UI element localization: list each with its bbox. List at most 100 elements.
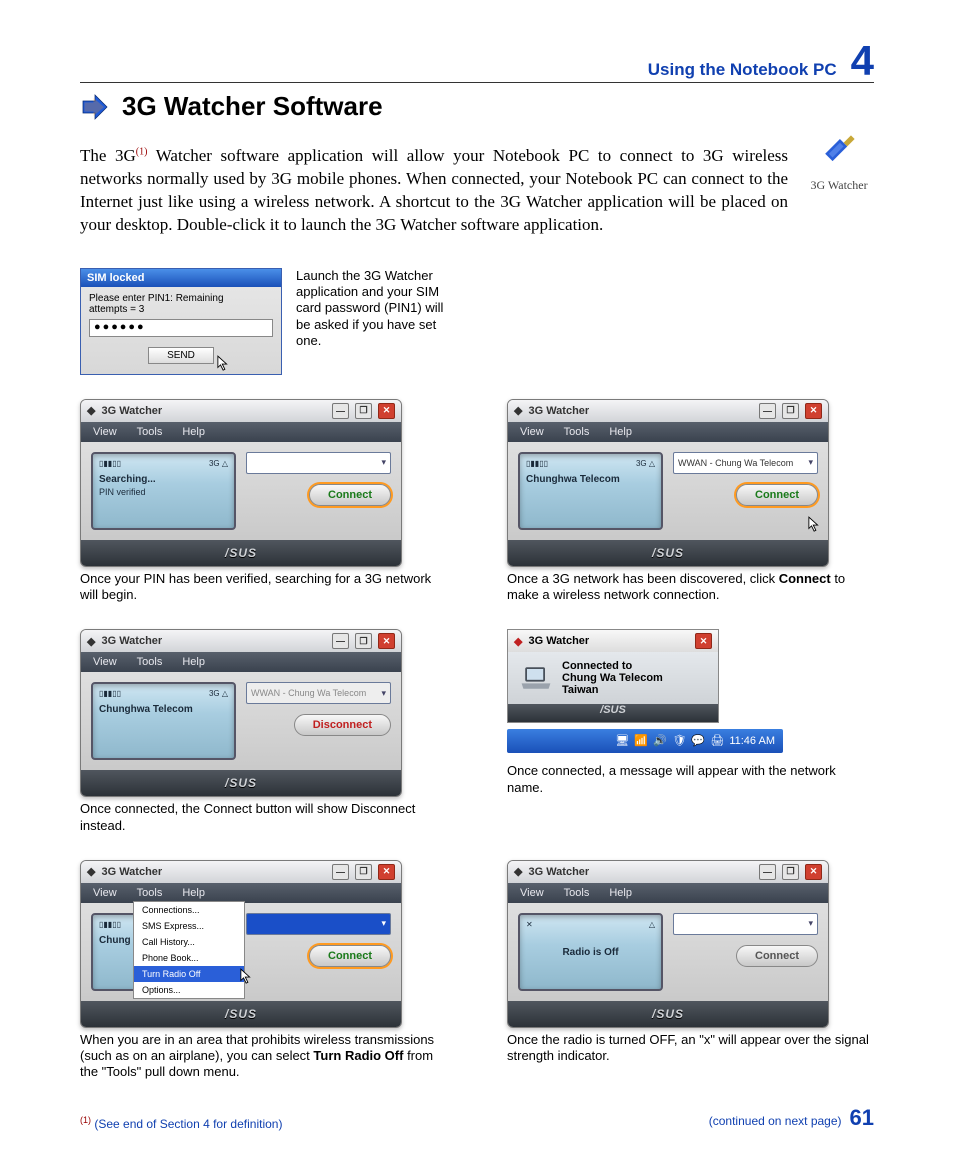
tray-icon[interactable]: 💬 (691, 734, 705, 748)
sim-dialog-title: SIM locked (81, 269, 281, 287)
minimize-button[interactable]: — (332, 633, 349, 649)
restore-button[interactable]: ❐ (355, 864, 372, 880)
menu-item[interactable]: Phone Book... (134, 950, 244, 966)
tray-icon[interactable]: 🖥 (615, 734, 629, 748)
close-button[interactable]: ✕ (378, 633, 395, 649)
caption: Once connected, the Connect button will … (80, 801, 447, 834)
network-select-value: WWAN - Chung Wa Telecom (678, 458, 793, 468)
menu-view[interactable]: View (520, 887, 544, 899)
menu-view[interactable]: View (93, 656, 117, 668)
brand-footer: /SUS (508, 1001, 828, 1027)
menu-tools[interactable]: Tools (137, 656, 163, 668)
signal-indicator: ▯▮▮▯▯ (99, 920, 121, 929)
menu-view[interactable]: View (520, 426, 544, 438)
menu-help[interactable]: Help (182, 887, 205, 899)
app-icon: ◆ (514, 865, 522, 878)
chevron-down-icon: ▾ (808, 918, 813, 929)
menu-item[interactable]: Call History... (134, 934, 244, 950)
tray-icon[interactable]: 🖨 (710, 734, 724, 748)
footnote-text: (See end of Section 4 for definition) (91, 1117, 282, 1131)
connect-button[interactable]: Connect (309, 945, 391, 967)
system-tray[interactable]: 🖥 📶 🔊 🛡 💬 🖨 11:46 AM (507, 729, 783, 753)
restore-button[interactable]: ❐ (782, 403, 799, 419)
footnote-supref: (1) (80, 1115, 91, 1125)
menu-help[interactable]: Help (182, 426, 205, 438)
restore-button[interactable]: ❐ (355, 403, 372, 419)
disconnect-button[interactable]: Disconnect (294, 714, 391, 736)
watcher-shortcut-label: 3G Watcher (804, 178, 874, 193)
tray-icon[interactable]: 🔊 (653, 734, 667, 748)
menu-tools[interactable]: Tools (564, 887, 590, 899)
footnote-left: (1) (See end of Section 4 for definition… (80, 1115, 282, 1131)
signal-off-indicator: ✕ (526, 920, 533, 929)
minimize-button[interactable]: — (759, 403, 776, 419)
minimize-button[interactable]: — (759, 864, 776, 880)
network-select[interactable]: ▾ (673, 913, 818, 935)
signal-indicator: ▯▮▮▯▯ (99, 459, 121, 468)
watcher-window: ◆ 3G Watcher — ❐ ✕ View Tools Help ▯▮▮▯▯ (507, 399, 829, 567)
menu-view[interactable]: View (93, 887, 117, 899)
page-header: Using the Notebook PC 4 (80, 40, 874, 82)
chapter-number: 4 (851, 40, 874, 82)
app-icon: ◆ (87, 635, 95, 648)
menu-help[interactable]: Help (609, 887, 632, 899)
watcher-window: ◆ 3G Watcher — ❐ ✕ View Tools Help ✕ (507, 860, 829, 1028)
menu-help[interactable]: Help (609, 426, 632, 438)
close-button[interactable]: ✕ (378, 403, 395, 419)
sim-caption: Launch the 3G Watcher application and yo… (296, 268, 456, 349)
menu-tools[interactable]: Tools (137, 887, 163, 899)
restore-button[interactable]: ❐ (782, 864, 799, 880)
network-select[interactable]: ▾ (246, 452, 391, 474)
network-indicator: 3G △ (636, 459, 655, 468)
close-button[interactable]: ✕ (805, 864, 822, 880)
caption: Once a 3G network has been discovered, c… (507, 571, 874, 604)
status-display: ✕ △ Radio is Off (518, 913, 663, 991)
app-icon: ◆ (87, 865, 95, 878)
close-button[interactable]: ✕ (805, 403, 822, 419)
minimize-button[interactable]: — (332, 403, 349, 419)
tray-icon[interactable]: 📶 (634, 734, 648, 748)
network-indicator: 3G △ (209, 689, 228, 698)
section-label: Using the Notebook PC (648, 60, 837, 80)
arrow-icon (80, 92, 110, 122)
restore-button[interactable]: ❐ (355, 633, 372, 649)
network-select-value: WWAN - Chung Wa Telecom (251, 688, 366, 698)
close-button[interactable]: ✕ (378, 864, 395, 880)
cursor-icon (240, 968, 254, 986)
continued-label: (continued on next page) (709, 1114, 842, 1128)
menu-help[interactable]: Help (182, 656, 205, 668)
menu-item-turn-radio-off[interactable]: Turn Radio Off (134, 966, 244, 982)
chevron-down-icon: ▾ (808, 457, 813, 468)
status-line1: Chunghwa Telecom (526, 474, 655, 485)
watcher-shortcut-icon[interactable]: 3G Watcher (804, 128, 874, 193)
menu-item[interactable]: Options... (134, 982, 244, 998)
menu-tools[interactable]: Tools (137, 426, 163, 438)
menu-tools[interactable]: Tools (564, 426, 590, 438)
network-select[interactable]: WWAN - Chung Wa Telecom ▾ (673, 452, 818, 474)
network-select: WWAN - Chung Wa Telecom ▾ (246, 682, 391, 704)
brand-footer: /SUS (81, 540, 401, 566)
pin-input[interactable] (89, 319, 273, 337)
close-button[interactable]: ✕ (695, 633, 712, 649)
menu-item[interactable]: Connections... (134, 902, 244, 918)
tray-icon[interactable]: 🛡 (672, 734, 686, 748)
connect-button[interactable]: Connect (736, 945, 818, 967)
caption: When you are in an area that prohibits w… (80, 1032, 447, 1081)
menu-item[interactable]: SMS Express... (134, 918, 244, 934)
window-title: 3G Watcher (101, 405, 162, 417)
tools-dropdown: Connections... SMS Express... Call Histo… (133, 901, 245, 999)
network-select[interactable]: ▾ (246, 913, 391, 935)
page-number: 61 (850, 1105, 874, 1131)
laptop-icon (518, 663, 554, 693)
connect-button[interactable]: Connect (309, 484, 391, 506)
signal-indicator: ▯▮▮▯▯ (526, 459, 548, 468)
intro-rest: Watcher software application will allow … (80, 146, 788, 234)
window-title: 3G Watcher (101, 635, 162, 647)
menu-view[interactable]: View (93, 426, 117, 438)
minimize-button[interactable]: — (332, 864, 349, 880)
sim-prompt-line2: attempts = 3 (89, 304, 273, 315)
status-display: ▯▮▮▯▯ 3G △ Chunghwa Telecom (518, 452, 663, 530)
send-button[interactable]: SEND (148, 347, 214, 364)
connect-button[interactable]: Connect (736, 484, 818, 506)
page-title: 3G Watcher Software (122, 91, 383, 122)
